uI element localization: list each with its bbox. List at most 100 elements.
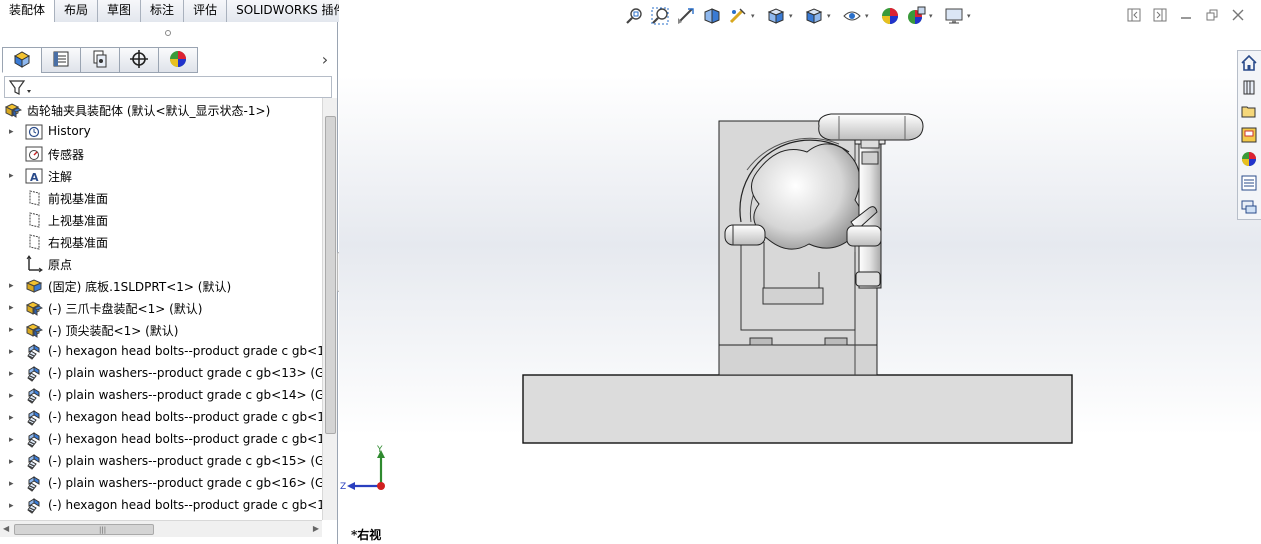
- display-manager-tab[interactable]: [158, 47, 198, 73]
- expand-arrow-icon[interactable]: ▸: [9, 302, 17, 314]
- tree-item[interactable]: ▸ (-) plain washers--product grade c gb<1…: [0, 451, 322, 473]
- view-settings-icon[interactable]: [941, 4, 967, 28]
- tree-item[interactable]: ▸ History: [0, 121, 322, 143]
- tab-3[interactable]: 标注: [141, 0, 185, 22]
- tab-5[interactable]: SOLIDWORKS 插件: [227, 0, 356, 22]
- tree-item[interactable]: ▸ (-) hexagon head bolts--product grade c…: [0, 341, 322, 363]
- expand-arrow-icon[interactable]: ▸: [9, 478, 17, 490]
- filter-icon[interactable]: [8, 79, 34, 97]
- close-icon[interactable]: [1225, 6, 1251, 24]
- tile-right-icon[interactable]: [1147, 6, 1173, 24]
- sensor-icon: [25, 145, 43, 163]
- history-icon: [25, 123, 43, 141]
- assembly-model[interactable]: [519, 112, 1079, 450]
- tree-vertical-scrollbar[interactable]: [322, 98, 337, 520]
- task-pane-tabs: [1237, 50, 1261, 220]
- edit-appearance-icon[interactable]: [877, 4, 903, 28]
- chevron-down-icon[interactable]: ▾: [929, 12, 937, 20]
- forum-icon[interactable]: [1238, 195, 1260, 219]
- featuremanager-tree-tab[interactable]: [2, 47, 42, 73]
- property-manager-tab[interactable]: [41, 47, 81, 73]
- tree-item-label: (-) plain washers--product grade c gb<16…: [48, 476, 322, 490]
- tree-item[interactable]: ▸ (-) 三爪卡盘装配<1> (默认): [0, 297, 322, 319]
- expand-arrow-icon[interactable]: ▸: [9, 346, 17, 358]
- scroll-right-icon[interactable]: ▶: [313, 524, 319, 533]
- display-style-icon[interactable]: [801, 4, 827, 28]
- expand-arrow-icon[interactable]: ▸: [9, 412, 17, 424]
- appearances-icon[interactable]: [1238, 147, 1260, 171]
- tree-filter-field[interactable]: [4, 76, 332, 98]
- tree-item[interactable]: 原点: [0, 253, 322, 275]
- expand-arrow-icon[interactable]: ▸: [9, 280, 17, 292]
- tab-2[interactable]: 草图: [98, 0, 142, 22]
- section-view-icon[interactable]: [699, 4, 725, 28]
- tree-item[interactable]: ▸ (-) 顶尖装配<1> (默认): [0, 319, 322, 341]
- origin-icon: [25, 255, 43, 273]
- assembly-icon: [4, 101, 23, 119]
- zoom-to-fit-icon[interactable]: [621, 4, 647, 28]
- graphics-area[interactable]: ▾ ▾ ▾ ▾ ▾ ▾ Y Z *右视: [339, 0, 1261, 544]
- tree-item[interactable]: ▸ A 注解: [0, 165, 322, 187]
- custom-properties-icon[interactable]: [1238, 171, 1260, 195]
- tree-item[interactable]: 右视基准面: [0, 231, 322, 253]
- minimize-icon[interactable]: [1173, 6, 1199, 24]
- restore-icon[interactable]: [1199, 6, 1225, 24]
- tab-4[interactable]: 评估: [184, 0, 228, 22]
- expand-arrow-icon[interactable]: ▸: [9, 434, 17, 446]
- tab-0[interactable]: 装配体: [0, 0, 56, 23]
- apply-scene-icon[interactable]: [903, 4, 929, 28]
- chevron-down-icon[interactable]: ▾: [751, 12, 759, 20]
- expand-arrow-icon[interactable]: ▸: [9, 126, 17, 138]
- tree-item[interactable]: ▸ (-) hexagon head bolts--product grade c…: [0, 407, 322, 429]
- subassembly-icon: [25, 321, 44, 339]
- tree-item-label: History: [48, 124, 91, 138]
- configuration-manager-tab[interactable]: [80, 47, 120, 73]
- tree-item-label: 传感器: [48, 148, 85, 162]
- tree-item[interactable]: ▸ (-) plain washers--product grade c gb<1…: [0, 473, 322, 495]
- tree-horizontal-scrollbar[interactable]: ◀ ||| ▶: [0, 520, 322, 537]
- chevron-down-icon[interactable]: ▾: [967, 12, 975, 20]
- chevron-down-icon[interactable]: ▾: [789, 12, 797, 20]
- view-palette-icon[interactable]: [1238, 123, 1260, 147]
- home-icon[interactable]: [1238, 51, 1260, 75]
- panel-tabs: [2, 47, 198, 73]
- tree-item-label: 右视基准面: [48, 236, 109, 250]
- scroll-left-icon[interactable]: ◀: [3, 524, 9, 533]
- hide-show-items-icon[interactable]: [839, 4, 865, 28]
- tree-item[interactable]: 齿轮轴夹具装配体 (默认<默认_显示状态-1>): [0, 99, 322, 121]
- vertical-scroll-thumb[interactable]: [325, 116, 336, 434]
- chevron-down-icon[interactable]: ▾: [865, 12, 873, 20]
- zoom-to-area-icon[interactable]: [647, 4, 673, 28]
- tree-item[interactable]: 前视基准面: [0, 187, 322, 209]
- tile-left-icon[interactable]: [1121, 6, 1147, 24]
- design-library-icon[interactable]: [1238, 75, 1260, 99]
- view-orientation-icon[interactable]: [763, 4, 789, 28]
- panel-grip-handle[interactable]: [165, 30, 171, 36]
- chevron-right-icon[interactable]: ›: [318, 50, 332, 70]
- chevron-down-icon[interactable]: ▾: [827, 12, 835, 20]
- tree-item[interactable]: ▸ (-) plain washers--product grade c gb<1…: [0, 385, 322, 407]
- dimxpert-manager-tab[interactable]: [119, 47, 159, 73]
- expand-arrow-icon[interactable]: ▸: [9, 500, 17, 512]
- previous-view-icon[interactable]: [673, 4, 699, 28]
- file-explorer-icon[interactable]: [1238, 99, 1260, 123]
- expand-arrow-icon[interactable]: ▸: [9, 456, 17, 468]
- tree-item[interactable]: ▸ (-) hexagon head bolts--product grade c…: [0, 429, 322, 451]
- svg-text:A: A: [30, 171, 39, 184]
- tree-item[interactable]: 上视基准面: [0, 209, 322, 231]
- dynamic-annotation-icon[interactable]: [725, 4, 751, 28]
- expand-arrow-icon[interactable]: ▸: [9, 170, 17, 182]
- tree-item[interactable]: 传感器: [0, 143, 322, 165]
- reference-triad: Y Z: [340, 445, 385, 492]
- tree-item[interactable]: ▸ (固定) 底板.1SLDPRT<1> (默认): [0, 275, 322, 297]
- featuremanager-tree-icon: [12, 49, 32, 72]
- tree-item[interactable]: ▸ (-) hexagon head bolts--product grade c…: [0, 495, 322, 517]
- expand-arrow-icon[interactable]: ▸: [9, 324, 17, 336]
- expand-arrow-icon[interactable]: ▸: [9, 390, 17, 402]
- horizontal-scroll-thumb[interactable]: |||: [14, 524, 154, 535]
- dimxpert-manager-icon: [129, 49, 149, 72]
- tree-item-label: 原点: [48, 258, 73, 272]
- expand-arrow-icon[interactable]: ▸: [9, 368, 17, 380]
- tree-item[interactable]: ▸ (-) plain washers--product grade c gb<1…: [0, 363, 322, 385]
- tab-1[interactable]: 布局: [55, 0, 99, 22]
